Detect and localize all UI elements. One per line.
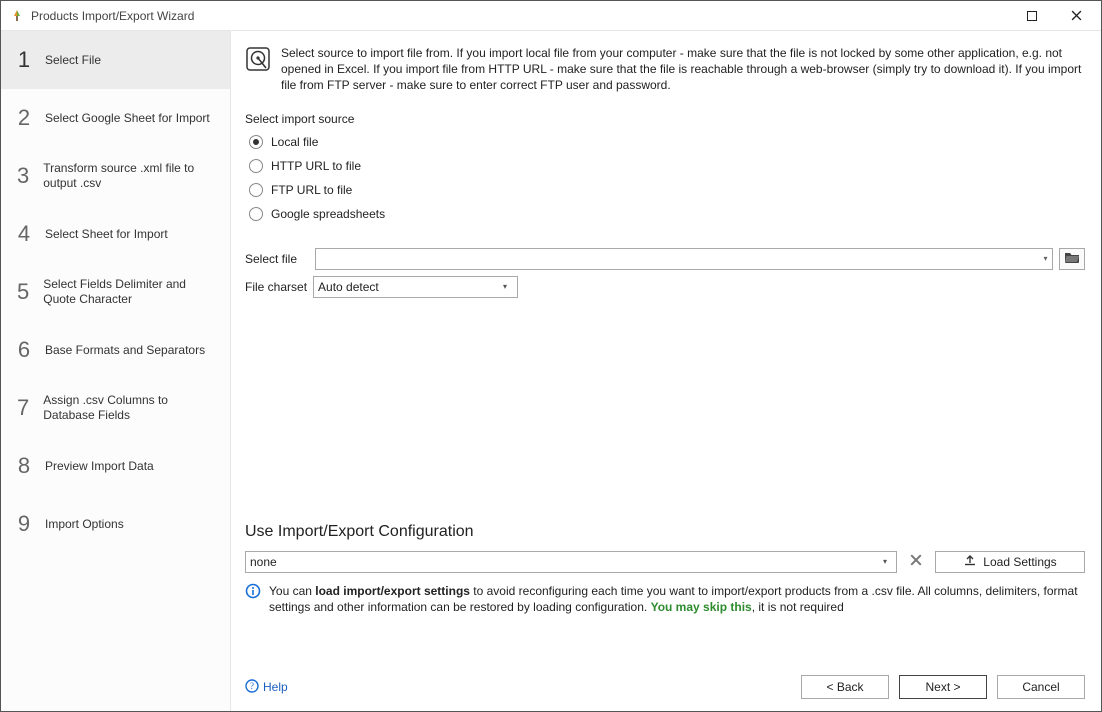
step-number: 9 [17,511,31,537]
radio-label: HTTP URL to file [271,159,361,173]
step-9[interactable]: 9 Import Options [1,495,230,553]
import-source-label: Select import source [245,112,1085,126]
step-number: 3 [17,163,29,189]
step-number: 8 [17,453,31,479]
config-select-value: none [250,555,878,569]
step-1[interactable]: 1 Select File [1,31,230,89]
step-number: 5 [17,279,29,305]
clear-config-button[interactable] [905,551,927,573]
radio-http-url[interactable]: HTTP URL to file [245,156,1085,176]
dropdown-caret-icon: ▾ [497,282,513,291]
step-label: Preview Import Data [45,459,154,474]
file-charset-value: Auto detect [318,280,497,294]
footer: ? Help < Back Next > Cancel [245,675,1085,699]
step-label: Import Options [45,517,124,532]
wizard-window: Products Import/Export Wizard 1 Select F… [0,0,1102,712]
description-text: Select source to import file from. If yo… [281,45,1085,94]
harddrive-icon [245,46,271,72]
radio-google-spreadsheets[interactable]: Google spreadsheets [245,204,1085,224]
step-label: Select Fields Delimiter and Quote Charac… [43,277,218,307]
radio-label: Local file [271,135,318,149]
file-charset-select[interactable]: Auto detect ▾ [313,276,518,298]
browse-button[interactable] [1059,248,1085,270]
config-note: You can load import/export settings to a… [245,583,1085,615]
main-panel: Select source to import file from. If yo… [231,31,1101,711]
step-7[interactable]: 7 Assign .csv Columns to Database Fields [1,379,230,437]
step-3[interactable]: 3 Transform source .xml file to output .… [1,147,230,205]
step-number: 4 [17,221,31,247]
step-number: 6 [17,337,31,363]
step-number: 2 [17,105,31,131]
body: 1 Select File 2 Select Google Sheet for … [1,31,1101,711]
upload-icon [963,553,977,570]
step-label: Select File [45,53,101,68]
config-row: none ▾ Load Settings [245,551,1085,573]
step-6[interactable]: 6 Base Formats and Separators [1,321,230,379]
load-settings-button[interactable]: Load Settings [935,551,1085,573]
step-8[interactable]: 8 Preview Import Data [1,437,230,495]
cancel-button[interactable]: Cancel [997,675,1085,699]
help-icon: ? [245,679,259,696]
close-button[interactable] [1054,2,1099,30]
next-button[interactable]: Next > [899,675,987,699]
step-4[interactable]: 4 Select Sheet for Import [1,205,230,263]
step-number: 7 [17,395,29,421]
config-select[interactable]: none ▾ [245,551,897,573]
help-link[interactable]: ? Help [245,679,288,696]
radio-icon [249,183,263,197]
radio-icon [249,135,263,149]
help-label: Help [263,680,288,694]
window-title: Products Import/Export Wizard [31,9,1009,23]
radio-label: FTP URL to file [271,183,352,197]
step-label: Base Formats and Separators [45,343,205,358]
select-file-input[interactable]: ▾ [315,248,1053,270]
select-file-text[interactable] [316,249,1038,269]
description-row: Select source to import file from. If yo… [245,45,1085,94]
config-note-text: You can load import/export settings to a… [269,583,1085,615]
back-button[interactable]: < Back [801,675,889,699]
dropdown-caret-icon: ▾ [878,557,892,566]
dropdown-caret-icon[interactable]: ▾ [1038,254,1052,263]
radio-ftp-url[interactable]: FTP URL to file [245,180,1085,200]
radio-icon [249,207,263,221]
footer-buttons: < Back Next > Cancel [801,675,1085,699]
file-form: Select file ▾ File charset [245,248,1085,298]
file-charset-label: File charset [245,280,307,294]
info-icon [245,583,261,599]
svg-text:?: ? [250,681,254,691]
step-number: 1 [17,47,31,73]
step-label: Select Google Sheet for Import [45,111,210,126]
maximize-button[interactable] [1009,2,1054,30]
folder-open-icon [1064,250,1080,267]
import-source-group: Local file HTTP URL to file FTP URL to f… [245,132,1085,224]
step-label: Assign .csv Columns to Database Fields [43,393,218,423]
app-icon [9,8,25,24]
step-2[interactable]: 2 Select Google Sheet for Import [1,89,230,147]
step-label: Select Sheet for Import [45,227,168,242]
step-5[interactable]: 5 Select Fields Delimiter and Quote Char… [1,263,230,321]
close-icon [910,554,922,569]
step-label: Transform source .xml file to output .cs… [43,161,218,191]
radio-icon [249,159,263,173]
radio-label: Google spreadsheets [271,207,385,221]
load-settings-label: Load Settings [983,555,1056,569]
config-section-title: Use Import/Export Configuration [245,523,1085,541]
radio-local-file[interactable]: Local file [245,132,1085,152]
select-file-label: Select file [245,252,309,266]
titlebar: Products Import/Export Wizard [1,1,1101,31]
wizard-steps-sidebar: 1 Select File 2 Select Google Sheet for … [1,31,231,711]
